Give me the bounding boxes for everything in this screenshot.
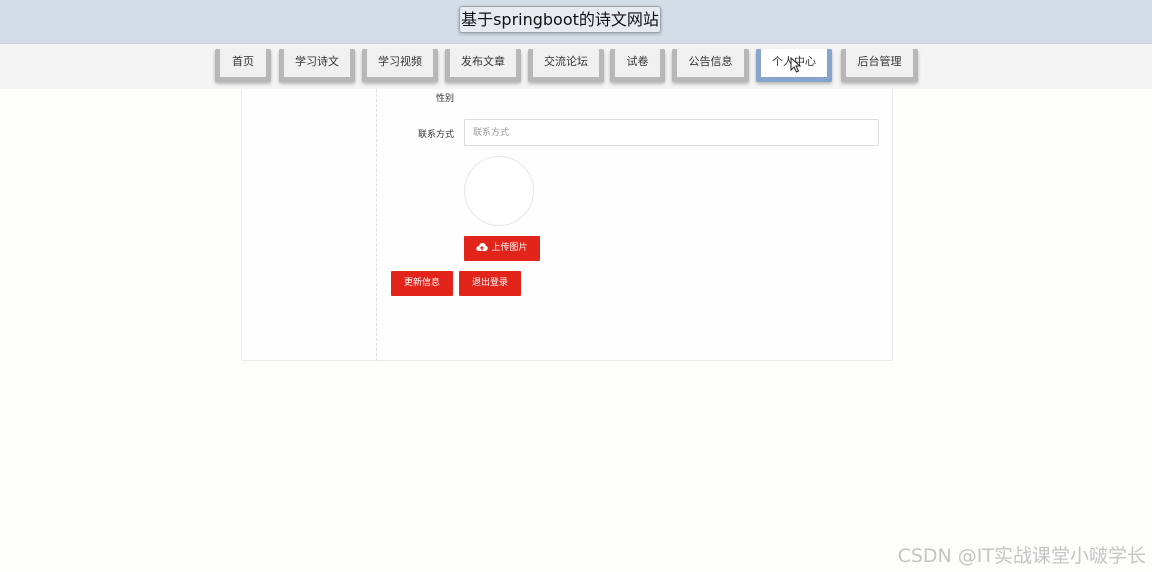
nav-item-label: 发布文章 bbox=[450, 49, 516, 77]
nav-item-label: 交流论坛 bbox=[533, 49, 599, 77]
contact-input[interactable] bbox=[464, 119, 879, 146]
header-bar: 基于springboot的诗文网站 bbox=[0, 0, 1152, 44]
nav-item-forum[interactable]: 交流论坛 bbox=[528, 49, 604, 82]
update-info-button[interactable]: 更新信息 bbox=[391, 271, 453, 296]
nav-item-label: 首页 bbox=[220, 49, 266, 77]
nav-item-label: 试卷 bbox=[615, 49, 660, 77]
avatar-preview bbox=[464, 156, 534, 226]
nav-item-label: 后台管理 bbox=[846, 49, 913, 77]
nav-item-publish-article[interactable]: 发布文章 bbox=[445, 49, 521, 82]
nav-item-exam[interactable]: 试卷 bbox=[610, 49, 665, 82]
contact-label: 联系方式 bbox=[417, 130, 454, 140]
nav-item-announcements[interactable]: 公告信息 bbox=[672, 49, 749, 82]
nav-item-label: 学习诗文 bbox=[284, 49, 350, 77]
nav-item-study-poems[interactable]: 学习诗文 bbox=[279, 49, 355, 82]
nav-item-study-videos[interactable]: 学习视频 bbox=[362, 49, 438, 82]
site-title: 基于springboot的诗文网站 bbox=[459, 6, 661, 33]
nav-item-label: 公告信息 bbox=[677, 49, 744, 77]
upload-button-label: 上传图片 bbox=[491, 243, 528, 253]
logout-button[interactable]: 退出登录 bbox=[459, 271, 521, 296]
nav-item-admin[interactable]: 后台管理 bbox=[841, 49, 918, 82]
nav-item-home[interactable]: 首页 bbox=[215, 49, 271, 82]
cloud-upload-icon bbox=[476, 242, 489, 251]
upload-image-button[interactable]: 上传图片 bbox=[464, 236, 540, 261]
gender-label: 性别 bbox=[435, 94, 454, 104]
mouse-pointer-icon bbox=[790, 57, 802, 73]
watermark-text: CSDN @IT实战课堂小啵学长 bbox=[897, 545, 1146, 567]
nav-bar: 首页 学习诗文 学习视频 发布文章 交流论坛 试卷 公告信息 个人中心 后台管理 bbox=[0, 44, 1152, 89]
nav-item-label: 学习视频 bbox=[367, 49, 433, 77]
